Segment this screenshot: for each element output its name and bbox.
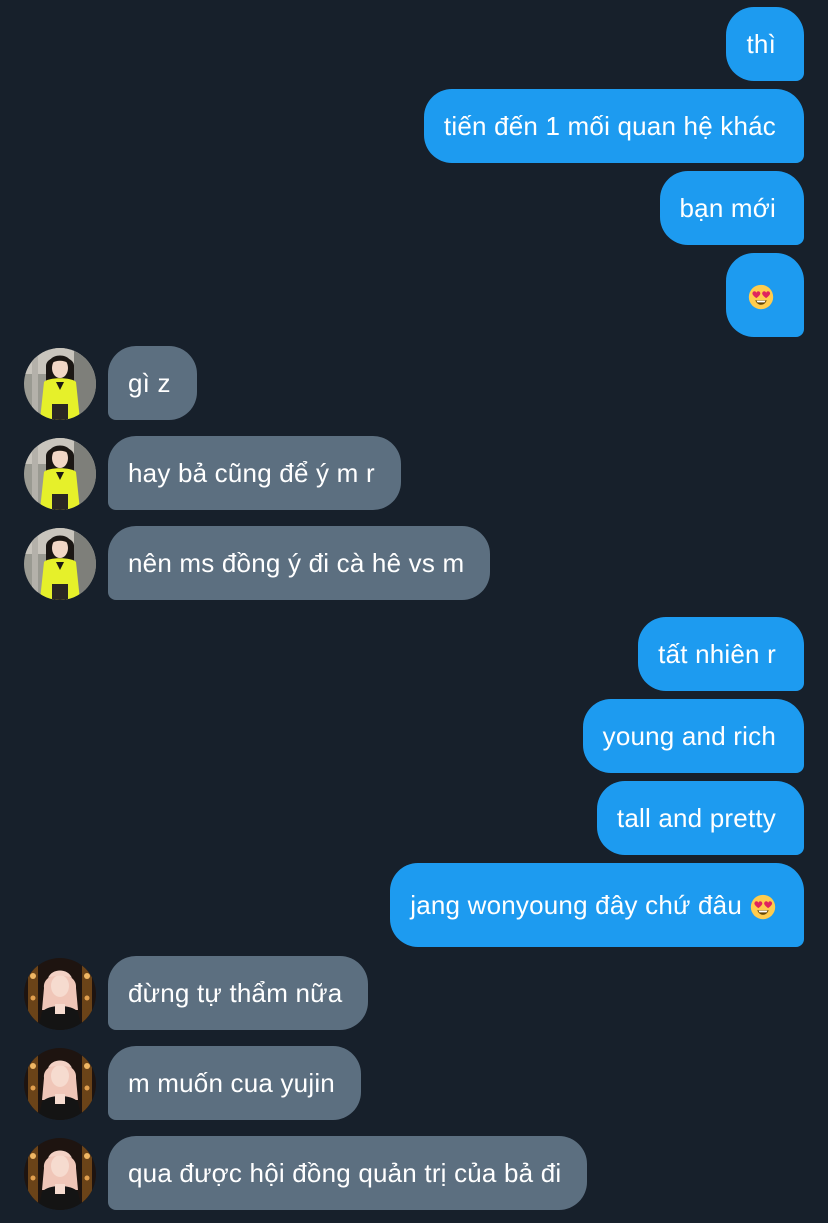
heart-eyes-emoji-icon — [748, 284, 774, 310]
message-bubble[interactable]: hay bả cũng để ý m r — [108, 436, 401, 510]
message-bubble[interactable]: gì z — [108, 346, 197, 420]
message-bubble[interactable]: young and rich — [582, 699, 804, 773]
message-text: m muốn cua yujin — [128, 1068, 335, 1098]
message-text: bạn mới — [679, 193, 776, 223]
message-bubble[interactable]: tall and pretty — [596, 781, 804, 855]
message-bubble[interactable]: đừng tự thẩm nữa — [108, 956, 369, 1030]
message-bubble[interactable]: bạn mới — [659, 171, 804, 245]
message-bubble[interactable]: jang wonyoung đây chứ đâu — [390, 863, 804, 947]
message-bubble[interactable]: nên ms đồng ý đi cà hê vs m — [108, 526, 491, 600]
message-text: gì z — [128, 368, 171, 398]
message-text: thì — [746, 29, 776, 59]
message-text: tất nhiên r — [658, 639, 776, 669]
message-bubble[interactable]: qua được hội đồng quản trị của bả đi — [108, 1136, 588, 1210]
avatar[interactable] — [24, 1138, 96, 1210]
message-text: young and rich — [602, 721, 776, 751]
heart-eyes-emoji-icon — [750, 894, 776, 920]
message-text: hay bả cũng để ý m r — [128, 458, 375, 488]
avatar[interactable] — [24, 438, 96, 510]
avatar[interactable] — [24, 958, 96, 1030]
message-bubble[interactable]: tất nhiên r — [638, 617, 804, 691]
avatar[interactable] — [24, 528, 96, 600]
message-bubble[interactable]: tiến đến 1 mối quan hệ khác — [423, 89, 804, 163]
message-text: qua được hội đồng quản trị của bả đi — [128, 1158, 562, 1188]
message-text: jang wonyoung đây chứ đâu — [410, 890, 742, 920]
message-text: tall and pretty — [616, 803, 776, 833]
avatar[interactable] — [24, 348, 96, 420]
message-bubble[interactable]: thì — [726, 7, 804, 81]
message-text: nên ms đồng ý đi cà hê vs m — [128, 548, 465, 578]
message-bubble[interactable] — [726, 253, 804, 337]
message-text: tiến đến 1 mối quan hệ khác — [443, 111, 776, 141]
avatar[interactable] — [24, 1048, 96, 1120]
message-bubble[interactable]: m muốn cua yujin — [108, 1046, 361, 1120]
message-thread: thì tiến đến 1 mối quan hệ khác bạn mới … — [0, 0, 828, 1223]
message-text: đừng tự thẩm nữa — [128, 978, 343, 1008]
